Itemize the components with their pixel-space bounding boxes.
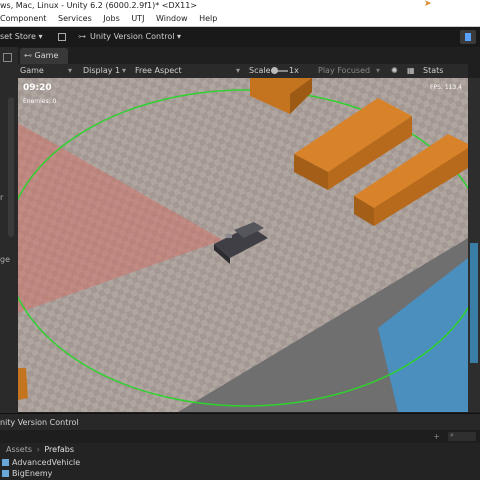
layout-icon: [465, 33, 471, 41]
tab-row: ⊷ Game: [18, 48, 480, 64]
list-item[interactable]: AdvancedVehicle: [0, 457, 120, 468]
layout-button[interactable]: [460, 30, 476, 44]
aspect-chevron-icon: ▾: [236, 66, 241, 75]
version-control-button[interactable]: Unity Version Control ▾: [90, 27, 181, 47]
play-mode-chevron-icon: ▾: [376, 66, 381, 75]
mouse-cursor-icon: ➤: [424, 0, 432, 9]
breadcrumb-separator: ›: [36, 445, 40, 454]
breadcrumb-assets[interactable]: Assets: [6, 445, 32, 454]
hud-enemies: Enemies: 0: [23, 98, 57, 105]
search-input[interactable]: ⌕: [448, 431, 476, 441]
menu-bar: Component Services Jobs UTJ Window Help: [0, 12, 480, 27]
hud-fps: FPS: 113.4: [430, 84, 462, 91]
scale-slider-handle[interactable]: [271, 67, 278, 74]
breadcrumb-prefabs[interactable]: Prefabs: [44, 445, 74, 454]
gizmos-grid-icon[interactable]: ▦: [407, 64, 415, 78]
stats-button[interactable]: Stats: [423, 64, 443, 78]
right-panel-preview: [470, 243, 478, 363]
file-name: BigEnemy: [12, 469, 53, 478]
window-title: ws, Mac, Linux - Unity 6.2 (6000.2.9f1)*…: [0, 1, 197, 10]
play-mode-dropdown[interactable]: Play Focused: [318, 64, 370, 78]
aspect-dropdown[interactable]: Free Aspect: [135, 64, 182, 78]
menu-component[interactable]: Component: [0, 12, 46, 26]
tab-game-label: Game: [34, 51, 59, 60]
asset-store-button[interactable]: set Store ▾: [0, 27, 42, 47]
panel-scrollbar[interactable]: [8, 97, 14, 237]
game-view-toolbar: Game ▾ Display 1 ▾ Free Aspect ▾ Scale 1…: [18, 64, 468, 79]
left-panel-edge: r ge: [0, 47, 19, 413]
game-mode-chevron-icon: ▾: [68, 66, 73, 75]
hud-timer: 09:20: [23, 83, 52, 93]
list-item[interactable]: BigEnemy: [0, 468, 120, 479]
display-dropdown[interactable]: Display 1: [83, 64, 120, 78]
left-fragment-1: r: [0, 193, 4, 202]
file-list: AdvancedVehicle BigEnemy: [0, 456, 480, 480]
prefab-icon: [2, 470, 9, 477]
menu-utj[interactable]: UTJ: [131, 12, 144, 26]
left-fragment-2: ge: [0, 255, 10, 264]
prefab-icon: [2, 459, 9, 466]
right-panel-edge: [468, 78, 480, 412]
display-chevron-icon: ▾: [122, 66, 127, 75]
file-name: AdvancedVehicle: [12, 458, 81, 467]
gamepad-icon: ⊷: [24, 51, 32, 60]
bottom-panel-toolbar: + ⌕: [0, 430, 480, 443]
package-icon[interactable]: [58, 33, 66, 41]
add-button-icon[interactable]: +: [433, 430, 440, 443]
panel-menu-icon[interactable]: [3, 53, 12, 62]
menu-services[interactable]: Services: [58, 12, 92, 26]
menu-jobs[interactable]: Jobs: [103, 12, 120, 26]
game-scene: [18, 78, 468, 412]
tab-game[interactable]: ⊷ Game: [20, 48, 68, 64]
version-control-icon: ⊶: [78, 32, 86, 41]
scale-value: 1x: [289, 66, 299, 75]
breadcrumb: Assets › Prefabs: [0, 443, 480, 456]
menu-window[interactable]: Window: [156, 12, 188, 26]
search-icon: ⌕: [450, 431, 454, 439]
window-title-bar: ws, Mac, Linux - Unity 6.2 (6000.2.9f1)*…: [0, 0, 480, 12]
mute-audio-icon[interactable]: ✺: [391, 64, 398, 78]
bottom-panel-title[interactable]: nity Version Control: [0, 418, 79, 427]
bottom-panel-header: nity Version Control: [0, 413, 480, 431]
game-mode-dropdown[interactable]: Game: [20, 64, 44, 78]
main-toolbar: set Store ▾ ⊶ Unity Version Control ▾: [0, 27, 480, 47]
menu-help[interactable]: Help: [199, 12, 217, 26]
game-view[interactable]: 09:20 Enemies: 0 FPS: 113.4: [18, 78, 468, 412]
scale-label: Scale: [249, 66, 271, 75]
